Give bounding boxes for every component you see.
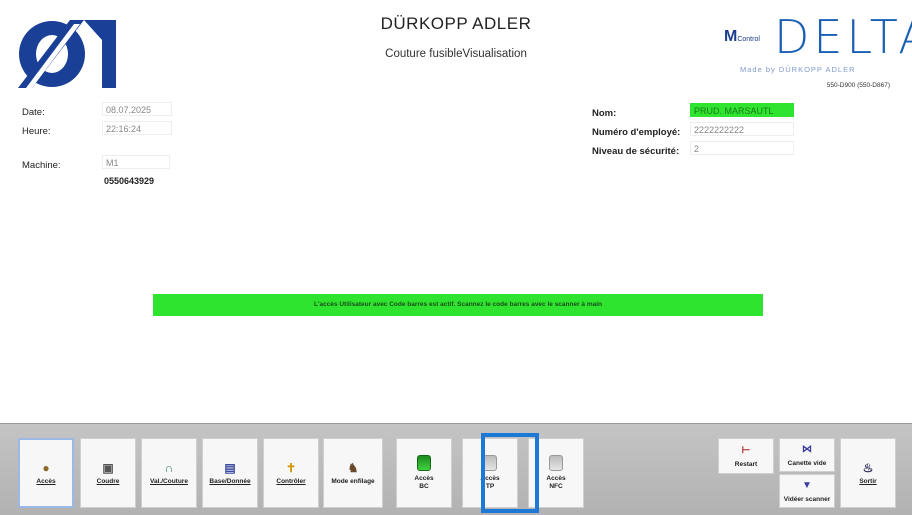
acces-button[interactable]: ● Accès	[18, 438, 74, 508]
threading-icon: ♞	[347, 460, 359, 475]
heure-value: 22:16:24	[102, 121, 172, 135]
tools-icon: ✝	[285, 460, 297, 475]
restart-button[interactable]: ⊢ Restart	[718, 438, 774, 474]
brand-block: DÜRKOPP ADLER Couture fusibleVisualisati…	[300, 14, 612, 60]
machine-label: Machine:	[22, 160, 61, 171]
durkopp-adler-logo	[12, 16, 120, 90]
mode-enfilage-label: Mode enfilage	[331, 477, 375, 485]
acces-label: Accès	[36, 477, 56, 485]
delta-model-code: 550-D900 (550-D867)	[826, 82, 890, 89]
val-couture-label: Val./Couture	[150, 477, 188, 485]
date-value: 08.07.2025	[102, 102, 172, 116]
canette-vide-label: Canette vide	[787, 459, 827, 467]
delta-prefix: MControl	[724, 28, 760, 45]
val-couture-button[interactable]: ∩ Val./Couture	[141, 438, 197, 508]
acces-nfc-label-2: NFC	[549, 483, 563, 490]
sewing-machine-icon: ▣	[102, 460, 114, 475]
acces-bc-label-2: BC	[419, 483, 429, 490]
scanner-icon: ▼	[802, 479, 812, 491]
nom-label: Nom:	[592, 108, 617, 119]
machine-value: M1	[102, 155, 170, 169]
acces-bc-button[interactable]: Accès BC	[396, 438, 452, 508]
coudre-label: Coudre	[96, 477, 120, 485]
sortir-button[interactable]: ♨ Sortir	[840, 438, 896, 508]
restart-label: Restart	[734, 460, 758, 468]
delta-made-by: Made by DÜRKOPP ADLER	[740, 65, 856, 74]
date-label: Date:	[22, 107, 45, 118]
barcode-access-message: L'accès Utilisateur avec Code barres est…	[153, 294, 763, 316]
nfc-icon	[549, 455, 563, 471]
base-donnee-label: Base/Donnée	[209, 477, 251, 485]
logo-icon	[18, 20, 116, 88]
employe-value: 2222222222	[690, 122, 794, 136]
employe-label: Numéro d'employé:	[592, 127, 681, 138]
brand-title: DÜRKOPP ADLER	[380, 14, 532, 33]
acces-nfc-label-1: Accès	[546, 475, 566, 482]
machine-serial: 0550643929	[104, 176, 155, 186]
screen-subtitle: Couture fusibleVisualisation	[385, 48, 527, 60]
seam-curve-icon: ∩	[164, 460, 174, 475]
selection-highlight	[481, 433, 539, 513]
mode-enfilage-button[interactable]: ♞ Mode enfilage	[323, 438, 383, 508]
acces-bc-label-1: Accès	[414, 475, 434, 482]
canette-vide-button[interactable]: ⋈ Canette vide	[779, 438, 835, 472]
database-icon: ▤	[224, 460, 236, 475]
securite-value: 2	[690, 141, 794, 155]
delta-word: DELTA	[774, 10, 912, 64]
securite-label: Niveau de sécurité:	[592, 146, 680, 157]
nom-value: PRUD. MARSAUTL	[690, 103, 794, 117]
m-delta-logo: MControl DELTA Made by DÜRKOPP ADLER 550…	[718, 10, 912, 92]
lock-icon: ●	[42, 460, 50, 475]
bottom-toolbar	[0, 423, 912, 515]
bobbin-icon: ⋈	[802, 443, 812, 455]
controler-label: Contrôler	[276, 477, 306, 485]
vider-scanner-label: Vidéer scanner	[783, 495, 831, 503]
exit-icon: ♨	[862, 460, 874, 475]
vider-scanner-button[interactable]: ▼ Vidéer scanner	[779, 474, 835, 508]
heure-label: Heure:	[22, 126, 51, 137]
base-donnee-button[interactable]: ▤ Base/Donnée	[202, 438, 258, 508]
controler-button[interactable]: ✝ Contrôler	[263, 438, 319, 508]
coudre-button[interactable]: ▣ Coudre	[80, 438, 136, 508]
sortir-label: Sortir	[859, 477, 877, 485]
restart-icon: ⊢	[741, 444, 751, 456]
barcode-reader-icon	[417, 455, 431, 471]
